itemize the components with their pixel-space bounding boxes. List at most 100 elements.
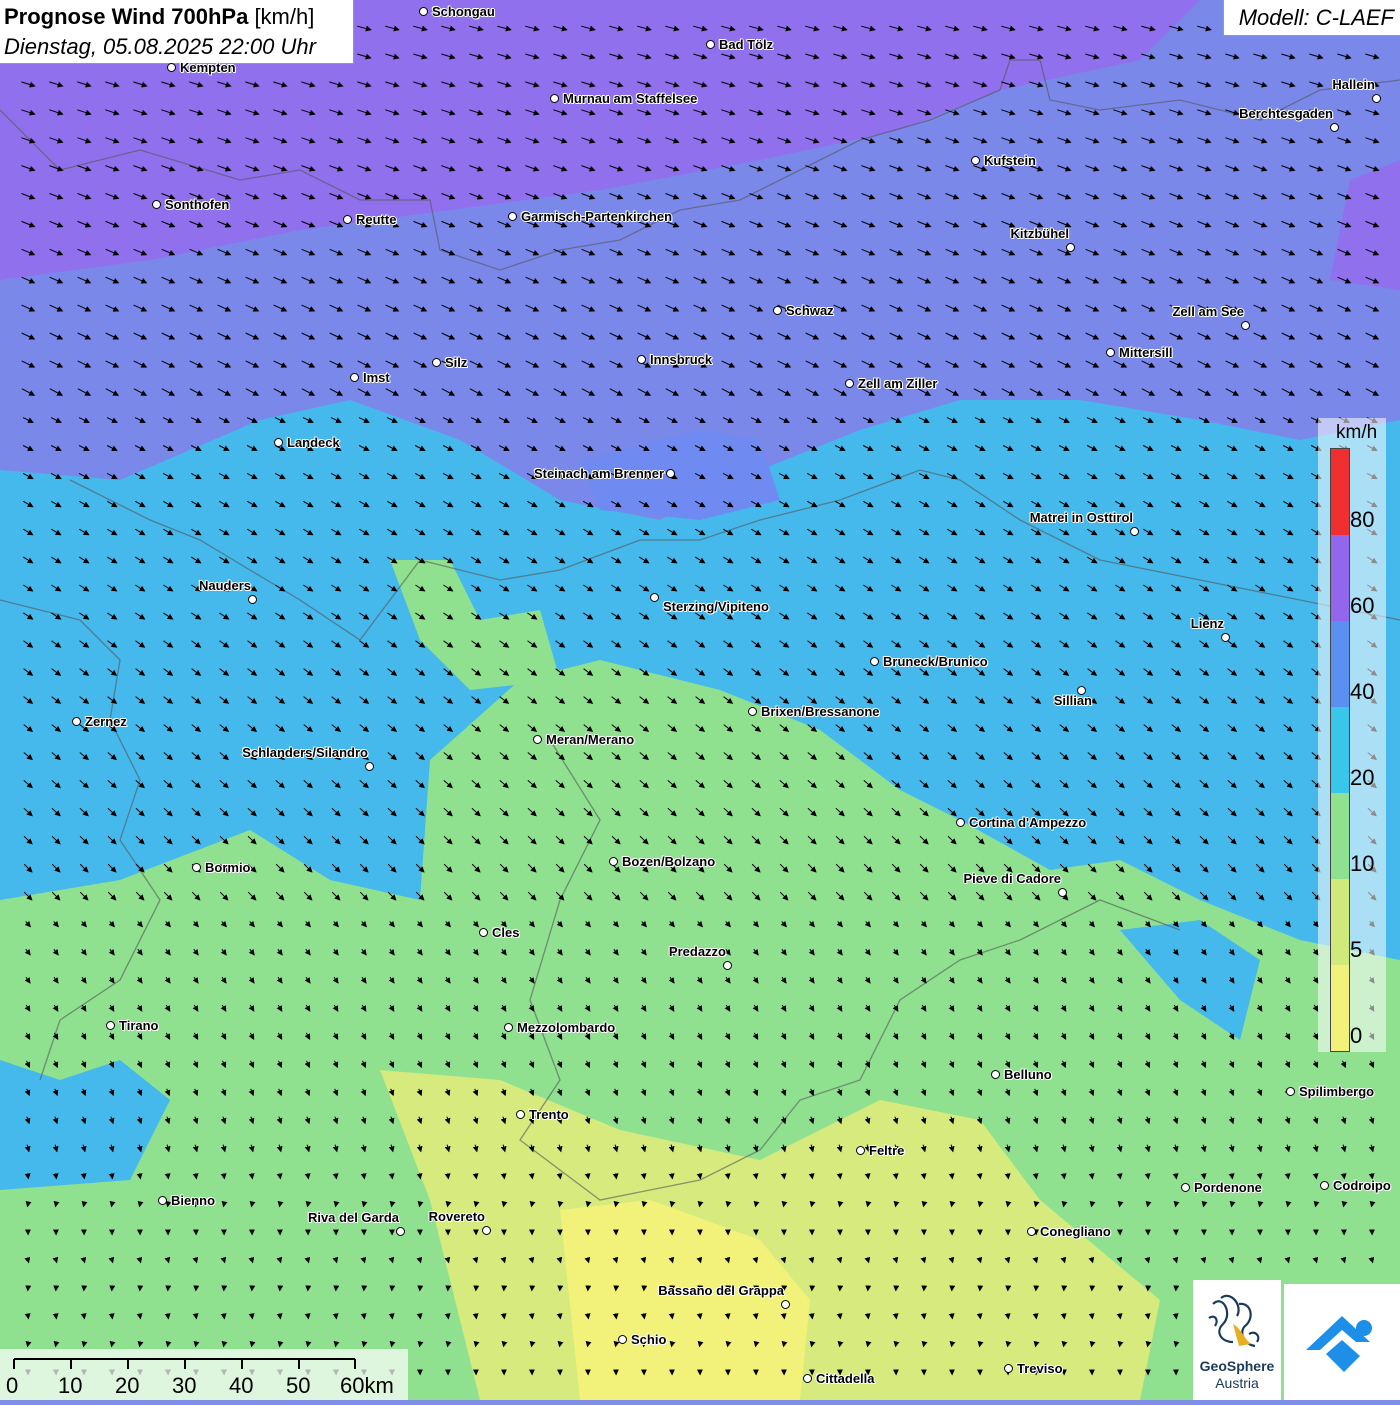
city-marker[interactable]	[1372, 94, 1381, 103]
legend-colorbar	[1330, 448, 1350, 1052]
city-marker[interactable]	[773, 306, 782, 315]
title-box: Prognose Wind 700hPa [km/h] Dienstag, 05…	[0, 0, 354, 64]
city-marker[interactable]	[482, 1226, 491, 1235]
city-label: Matrei in Osttirol	[1030, 510, 1133, 525]
city-marker[interactable]	[609, 857, 618, 866]
city-marker[interactable]	[1066, 243, 1075, 252]
city-marker[interactable]	[508, 212, 517, 221]
city-marker[interactable]	[550, 94, 559, 103]
city-marker[interactable]	[991, 1070, 1000, 1079]
city-marker[interactable]	[1106, 348, 1115, 357]
city-marker[interactable]	[856, 1146, 865, 1155]
city-marker[interactable]	[803, 1374, 812, 1383]
city-label: Berchtesgaden	[1239, 106, 1333, 121]
city-label: Schwaz	[786, 303, 834, 318]
city-label: Imst	[363, 370, 390, 385]
city-marker[interactable]	[666, 469, 675, 478]
city-marker[interactable]	[343, 215, 352, 224]
city-marker[interactable]	[870, 657, 879, 666]
city-marker[interactable]	[971, 156, 980, 165]
scale-label-50: 50	[286, 1373, 310, 1399]
city-label: Tirano	[119, 1018, 159, 1033]
city-marker[interactable]	[192, 863, 201, 872]
city-marker[interactable]	[479, 928, 488, 937]
city-label: Spilimbergo	[1299, 1084, 1374, 1099]
city-marker[interactable]	[781, 1300, 790, 1309]
city-marker[interactable]	[1004, 1364, 1013, 1373]
city-label: Sonthofen	[165, 197, 229, 212]
city-label: Hallein	[1332, 77, 1375, 92]
city-label: Lienz	[1191, 616, 1224, 631]
city-marker[interactable]	[72, 717, 81, 726]
city-marker[interactable]	[1221, 633, 1230, 642]
city-marker[interactable]	[248, 595, 257, 604]
city-label: Belluno	[1004, 1067, 1052, 1082]
app-logo[interactable]	[1284, 1284, 1400, 1400]
city-marker[interactable]	[350, 373, 359, 382]
city-marker[interactable]	[845, 379, 854, 388]
geosphere-logo[interactable]: GeoSphere Austria	[1193, 1280, 1281, 1400]
city-marker[interactable]	[1330, 123, 1339, 132]
city-label: Schlanders/Silandro	[242, 745, 368, 760]
scale-label-30: 30	[172, 1373, 196, 1399]
city-marker[interactable]	[1181, 1183, 1190, 1192]
city-label: Pordenone	[1194, 1180, 1262, 1195]
city-marker[interactable]	[504, 1023, 513, 1032]
map-title-unit: [km/h]	[254, 4, 314, 29]
city-marker[interactable]	[956, 818, 965, 827]
city-label: Meran/Merano	[546, 732, 634, 747]
city-label: Cittadella	[816, 1371, 875, 1386]
city-label: Mittersill	[1119, 345, 1172, 360]
city-marker[interactable]	[618, 1335, 627, 1344]
city-marker[interactable]	[419, 7, 428, 16]
city-marker[interactable]	[152, 200, 161, 209]
city-marker[interactable]	[274, 438, 283, 447]
city-label: Treviso	[1017, 1361, 1063, 1376]
city-label: Predazzo	[669, 944, 726, 959]
city-marker[interactable]	[1027, 1227, 1036, 1236]
legend-label-60: 60	[1350, 593, 1374, 619]
city-marker[interactable]	[1320, 1181, 1329, 1190]
legend-seg-60-80	[1331, 535, 1349, 621]
city-marker[interactable]	[158, 1196, 167, 1205]
city-label: Brixen/Bressanone	[761, 704, 880, 719]
city-label: Zernez	[85, 714, 127, 729]
city-marker[interactable]	[533, 735, 542, 744]
city-marker[interactable]	[650, 593, 659, 602]
city-label: Cortina d'Ampezzo	[969, 815, 1086, 830]
city-marker[interactable]	[106, 1021, 115, 1030]
city-marker[interactable]	[1241, 321, 1250, 330]
city-label: Bozen/Bolzano	[622, 854, 715, 869]
city-label: Schongau	[432, 4, 495, 19]
city-label: Steinach am Brenner	[534, 466, 664, 481]
model-box: Modell: C-LAEF	[1223, 0, 1400, 36]
city-marker[interactable]	[1058, 888, 1067, 897]
city-marker[interactable]	[723, 961, 732, 970]
city-marker[interactable]	[1286, 1087, 1295, 1096]
legend-unit: km/h	[1336, 422, 1377, 444]
city-marker[interactable]	[748, 707, 757, 716]
city-label: Reutte	[356, 212, 396, 227]
city-label: Bienno	[171, 1193, 215, 1208]
city-marker[interactable]	[365, 762, 374, 771]
scale-label-40: 40	[229, 1373, 253, 1399]
city-marker[interactable]	[167, 63, 176, 72]
city-marker[interactable]	[706, 40, 715, 49]
city-label: Innsbruck	[650, 352, 712, 367]
legend-seg-20-40	[1331, 707, 1349, 793]
logo-text-austria: Austria	[1193, 1375, 1281, 1391]
app-logo-icon	[1284, 1284, 1400, 1400]
scale-bar: 0 10 20 30 40 50 60km	[0, 1349, 408, 1400]
city-label: Nauders	[199, 578, 251, 593]
city-marker[interactable]	[637, 355, 646, 364]
city-marker[interactable]	[516, 1110, 525, 1119]
city-marker[interactable]	[396, 1227, 405, 1236]
city-marker[interactable]	[1130, 527, 1139, 536]
city-label: Pieve di Cadore	[963, 871, 1061, 886]
legend-seg-10-20	[1331, 793, 1349, 879]
city-label: Mezzolombardo	[517, 1020, 615, 1035]
city-marker[interactable]	[432, 358, 441, 367]
city-label: Conegliano	[1040, 1224, 1111, 1239]
city-label: Murnau am Staffelsee	[563, 91, 697, 106]
model-label: Modell: C-LAEF	[1239, 5, 1394, 31]
